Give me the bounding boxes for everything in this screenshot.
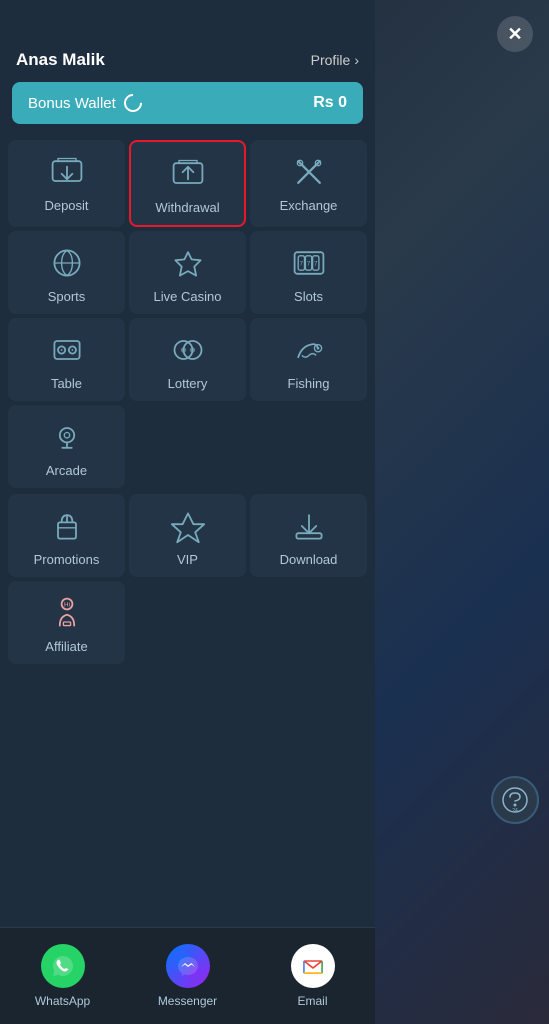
menu-item-arcade[interactable]: Arcade (8, 405, 125, 488)
menu-item-lottery[interactable]: Lottery (129, 318, 246, 401)
live-casino-icon (170, 245, 206, 281)
arcade-icon (49, 419, 85, 455)
deposit-icon (49, 154, 85, 190)
bottom-menu-grid: Promotions VIP Download Hi Aff (0, 492, 375, 668)
menu-item-affiliate[interactable]: Hi Affiliate (8, 581, 125, 664)
exchange-icon (291, 154, 327, 190)
sidebar-header: Anas Malik Profile › (0, 0, 375, 82)
svg-text:24: 24 (512, 808, 518, 814)
table-icon (49, 332, 85, 368)
email-label: Email (297, 994, 327, 1008)
exchange-label: Exchange (280, 198, 338, 213)
menu-grid: Deposit Withdrawal Exchange (0, 136, 375, 492)
vip-icon (170, 508, 206, 544)
menu-item-table[interactable]: Table (8, 318, 125, 401)
messenger-icon (166, 944, 210, 988)
sports-icon (49, 245, 85, 281)
menu-item-withdrawal[interactable]: Withdrawal (129, 140, 246, 227)
menu-item-live-casino[interactable]: Live Casino (129, 231, 246, 314)
svg-text:7: 7 (299, 261, 303, 268)
svg-text:Hi: Hi (64, 602, 70, 609)
svg-text:7: 7 (313, 261, 317, 268)
deposit-label: Deposit (44, 198, 88, 213)
bottom-item-email[interactable]: Email (250, 936, 375, 1016)
whatsapp-label: WhatsApp (35, 994, 90, 1008)
whatsapp-icon (41, 944, 85, 988)
messenger-label: Messenger (158, 994, 217, 1008)
bottom-item-whatsapp[interactable]: WhatsApp (0, 936, 125, 1016)
promotions-label: Promotions (34, 552, 100, 567)
promotions-icon (49, 508, 85, 544)
close-button[interactable]: ✕ (497, 16, 533, 52)
bottom-item-messenger[interactable]: Messenger (125, 936, 250, 1016)
vip-label: VIP (177, 552, 198, 567)
live-casino-label: Live Casino (154, 289, 222, 304)
bottom-bar: WhatsApp Messenger (0, 927, 375, 1024)
menu-item-sports[interactable]: Sports (8, 231, 125, 314)
email-icon (291, 944, 335, 988)
sports-label: Sports (48, 289, 86, 304)
menu-item-slots[interactable]: 7 7 7 Slots (250, 231, 367, 314)
slots-icon: 7 7 7 (291, 245, 327, 281)
support-icon: 24 (501, 786, 529, 814)
sidebar-panel: Anas Malik Profile › Bonus Wallet Rs 0 D… (0, 0, 375, 1024)
refresh-icon[interactable] (120, 90, 145, 115)
menu-item-deposit[interactable]: Deposit (8, 140, 125, 227)
menu-item-exchange[interactable]: Exchange (250, 140, 367, 227)
bonus-amount: Rs 0 (313, 94, 347, 112)
bonus-wallet[interactable]: Bonus Wallet Rs 0 (12, 82, 363, 124)
withdrawal-icon (170, 156, 206, 192)
support-button[interactable]: 24 (491, 776, 539, 824)
download-label: Download (280, 552, 338, 567)
fishing-label: Fishing (288, 376, 330, 391)
menu-item-promotions[interactable]: Promotions (8, 494, 125, 577)
table-label: Table (51, 376, 82, 391)
bonus-wallet-label: Bonus Wallet (28, 94, 142, 112)
menu-item-vip[interactable]: VIP (129, 494, 246, 577)
user-name: Anas Malik (16, 50, 105, 70)
affiliate-icon: Hi (49, 595, 85, 631)
download-icon (291, 508, 327, 544)
menu-item-fishing[interactable]: Fishing (250, 318, 367, 401)
lottery-label: Lottery (168, 376, 208, 391)
profile-link[interactable]: Profile › (311, 52, 359, 68)
slots-label: Slots (294, 289, 323, 304)
arcade-label: Arcade (46, 463, 87, 478)
lottery-icon (170, 332, 206, 368)
menu-item-empty (129, 405, 246, 488)
menu-item-download[interactable]: Download (250, 494, 367, 577)
fishing-icon (291, 332, 327, 368)
svg-text:7: 7 (306, 261, 310, 268)
affiliate-label: Affiliate (45, 639, 87, 654)
withdrawal-label: Withdrawal (155, 200, 219, 215)
